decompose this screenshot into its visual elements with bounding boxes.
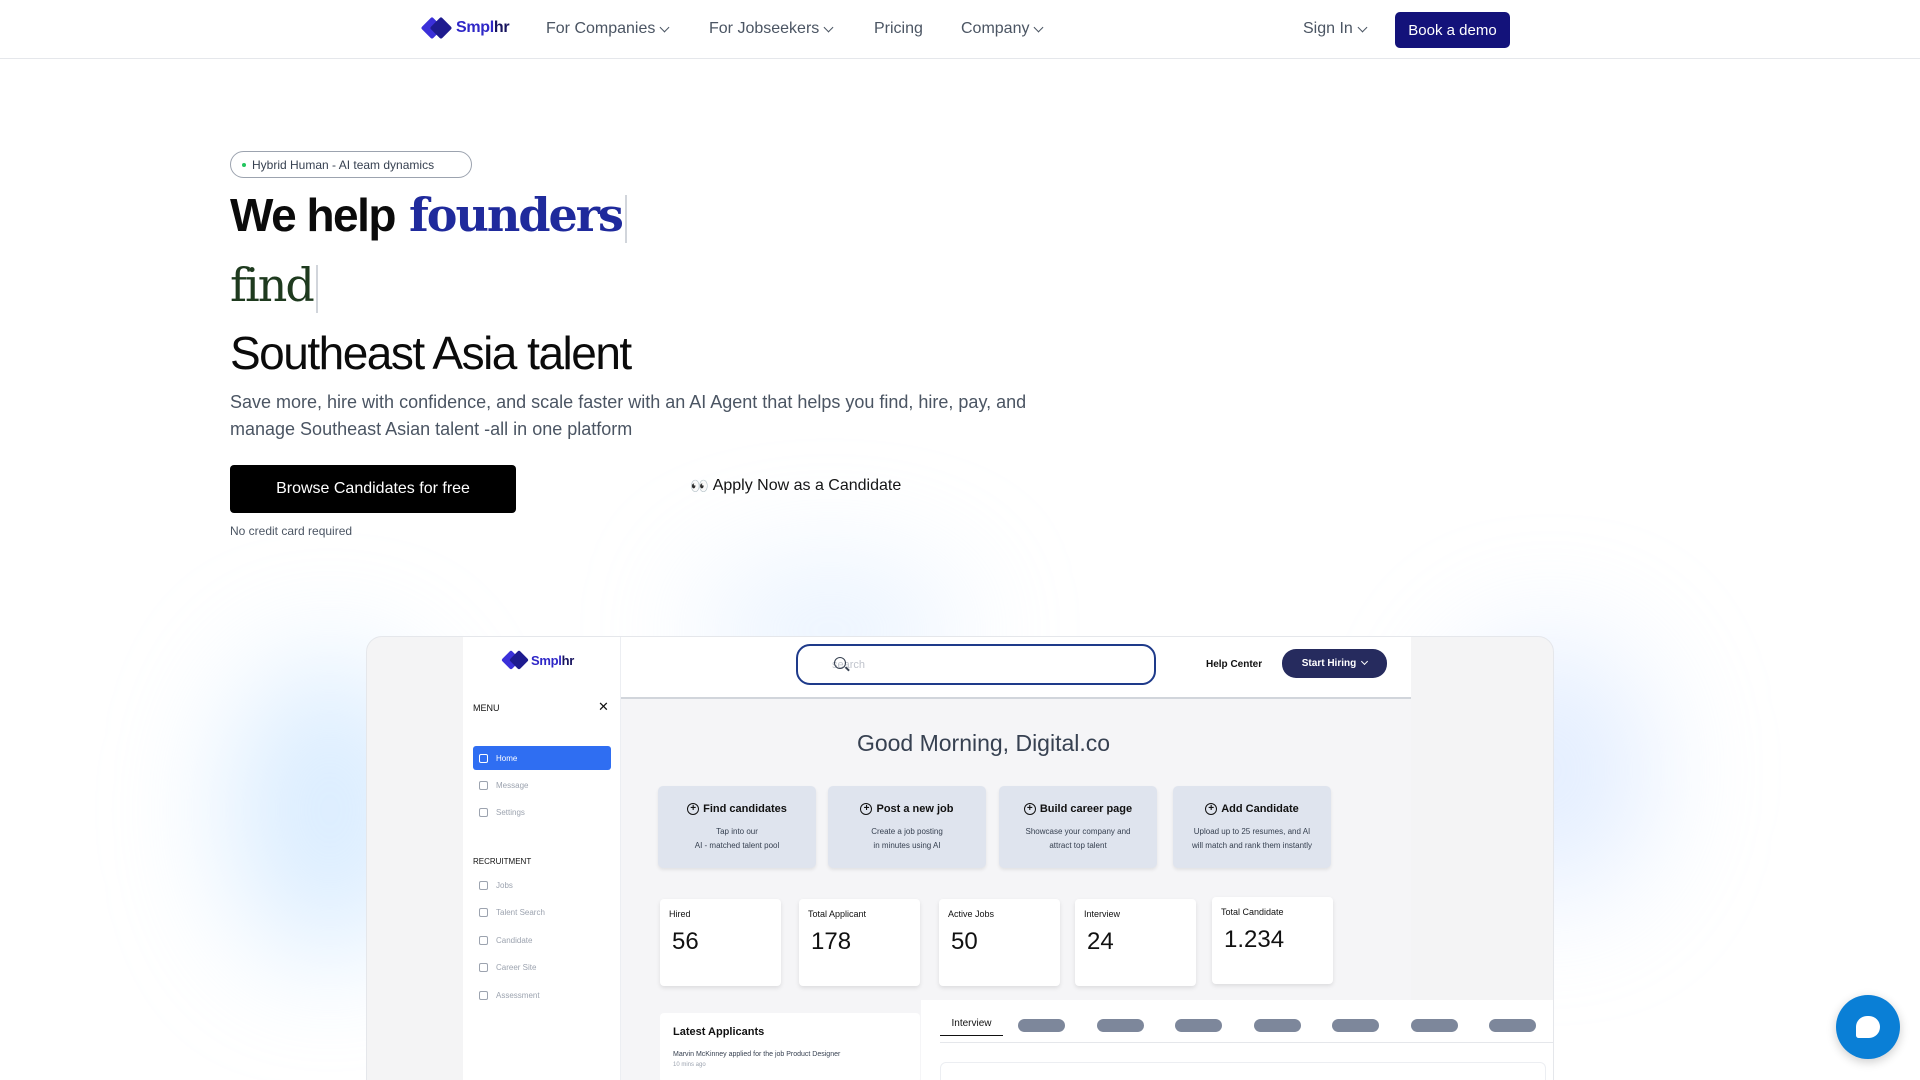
mock-tabs-divider bbox=[940, 1042, 1553, 1043]
mock-recruitment-label: RECRUITMENT bbox=[473, 857, 532, 866]
mock-tab-placeholder bbox=[1175, 1019, 1222, 1032]
badge-text: Hybrid Human - AI team dynamics bbox=[252, 157, 435, 172]
mock-nav-candidate: Candidate bbox=[473, 928, 611, 952]
logo-mark-icon bbox=[420, 16, 453, 40]
hero-badge: Hybrid Human - AI team dynamics bbox=[230, 151, 472, 178]
chevron-down-icon bbox=[1361, 657, 1369, 666]
nav-label: For Jobseekers bbox=[709, 20, 820, 37]
mock-nav-assessment: Assessment bbox=[473, 983, 611, 1007]
mock-tab-placeholder bbox=[1254, 1019, 1301, 1032]
mock-tab-content bbox=[940, 1062, 1546, 1080]
headline-prefix: We help bbox=[230, 189, 397, 241]
plus-circle-icon: + bbox=[1023, 803, 1036, 815]
globe-icon bbox=[479, 962, 488, 972]
plus-circle-icon: + bbox=[1205, 803, 1218, 815]
mock-tab-interview: Interview bbox=[940, 1018, 1003, 1036]
chevron-down-icon bbox=[1357, 22, 1368, 32]
status-dot-icon bbox=[242, 162, 246, 167]
message-icon bbox=[479, 780, 488, 790]
mock-nav-jobs: Jobs bbox=[473, 873, 611, 897]
mock-tab-placeholder bbox=[1411, 1019, 1458, 1032]
close-icon: ✕ bbox=[598, 699, 609, 714]
nav-label: Pricing bbox=[874, 20, 923, 37]
mock-search-field: search bbox=[796, 644, 1156, 685]
mock-help-center: Help Center bbox=[1206, 659, 1263, 670]
logo-mark-icon bbox=[501, 650, 529, 670]
mock-tab-placeholder bbox=[1332, 1019, 1379, 1032]
mock-nav-career-site: Career Site bbox=[473, 955, 611, 979]
brand-name: Smplhr bbox=[456, 19, 510, 36]
briefcase-icon bbox=[479, 880, 488, 890]
nav-pricing[interactable]: Pricing bbox=[874, 20, 923, 38]
mock-tab-placeholder bbox=[1018, 1019, 1065, 1032]
mock-logo: Smplhr bbox=[501, 650, 574, 670]
typing-caret bbox=[315, 265, 318, 313]
mock-greeting: Good Morning, Digital.co bbox=[856, 730, 1111, 756]
mock-nav-message: Message bbox=[473, 773, 611, 797]
mock-menu-label: MENU bbox=[473, 703, 500, 713]
chat-launcher-button[interactable] bbox=[1836, 995, 1900, 1059]
users-icon bbox=[479, 907, 488, 917]
plus-circle-icon: + bbox=[860, 803, 873, 815]
headline-rotating-word: founders bbox=[409, 188, 627, 243]
mock-latest-applicants: Latest Applicants Marvin McKinney applie… bbox=[660, 1013, 920, 1080]
pencil-icon bbox=[479, 990, 488, 1000]
mock-stat-card: Total Applicant 178 bbox=[799, 899, 920, 986]
search-icon bbox=[834, 657, 846, 669]
mock-tab-placeholder bbox=[1097, 1019, 1144, 1032]
nav-label: For Companies bbox=[546, 20, 656, 37]
eyes-icon: 👀 bbox=[690, 478, 709, 495]
chevron-down-icon bbox=[823, 22, 834, 32]
mock-action-card: + Add Candidate Upload up to 25 resumes, … bbox=[1173, 786, 1331, 868]
browse-candidates-button[interactable]: Browse Candidates for free bbox=[230, 465, 516, 513]
apply-candidate-link[interactable]: 👀 Apply Now as a Candidate bbox=[690, 477, 901, 495]
chevron-down-icon bbox=[659, 22, 670, 32]
hero-subtext: Save more, hire with confidence, and sca… bbox=[230, 392, 1027, 439]
mock-nav-home: Home bbox=[473, 746, 611, 770]
sign-in-menu[interactable]: Sign In bbox=[1303, 20, 1368, 38]
chevron-down-icon bbox=[1034, 22, 1044, 32]
grid-icon bbox=[479, 753, 488, 763]
hero-headline-line1: We help founders bbox=[230, 188, 627, 243]
mock-action-card: + Build career page Showcase your company… bbox=[999, 786, 1157, 868]
mock-stat-card: Active Jobs 50 bbox=[939, 899, 1060, 986]
typing-caret bbox=[624, 195, 627, 243]
mock-nav-talent-search: Talent Search bbox=[473, 900, 611, 924]
nav-company[interactable]: Company bbox=[961, 20, 1044, 38]
top-navbar: Smplhr For Companies For Jobseekers Pric… bbox=[0, 0, 1920, 59]
hero-headline-line3: Southeast Asia talent bbox=[230, 327, 632, 379]
settings-icon bbox=[479, 807, 488, 817]
mock-action-card: + Post a new job Create a job posting in m… bbox=[828, 786, 986, 868]
brand-logo[interactable]: Smplhr bbox=[420, 16, 510, 40]
mock-start-hiring-button: Start Hiring bbox=[1282, 649, 1387, 678]
no-credit-card-note: No credit card required bbox=[230, 524, 353, 538]
mock-action-card: + Find candidates Tap into our AI - matche… bbox=[658, 786, 816, 868]
nav-for-jobseekers[interactable]: For Jobseekers bbox=[709, 20, 834, 38]
mock-stat-card: Total Candidate 1.234 bbox=[1212, 897, 1333, 984]
mock-stat-card: Hired 56 bbox=[660, 899, 781, 986]
user-icon bbox=[479, 935, 488, 945]
nav-for-companies[interactable]: For Companies bbox=[546, 20, 670, 38]
plus-circle-icon: + bbox=[687, 803, 700, 815]
hero-headline-line2: find bbox=[230, 258, 318, 313]
apply-label: Apply Now as a Candidate bbox=[712, 477, 902, 494]
sign-in-label: Sign In bbox=[1303, 20, 1353, 37]
book-demo-button[interactable]: Book a demo bbox=[1395, 12, 1510, 48]
mock-stat-card: Interview 24 bbox=[1075, 899, 1196, 986]
nav-label: Company bbox=[961, 20, 1030, 37]
mock-nav-settings: Settings bbox=[473, 800, 611, 824]
mock-tab-placeholder bbox=[1489, 1019, 1536, 1032]
chat-icon bbox=[1856, 1016, 1880, 1038]
